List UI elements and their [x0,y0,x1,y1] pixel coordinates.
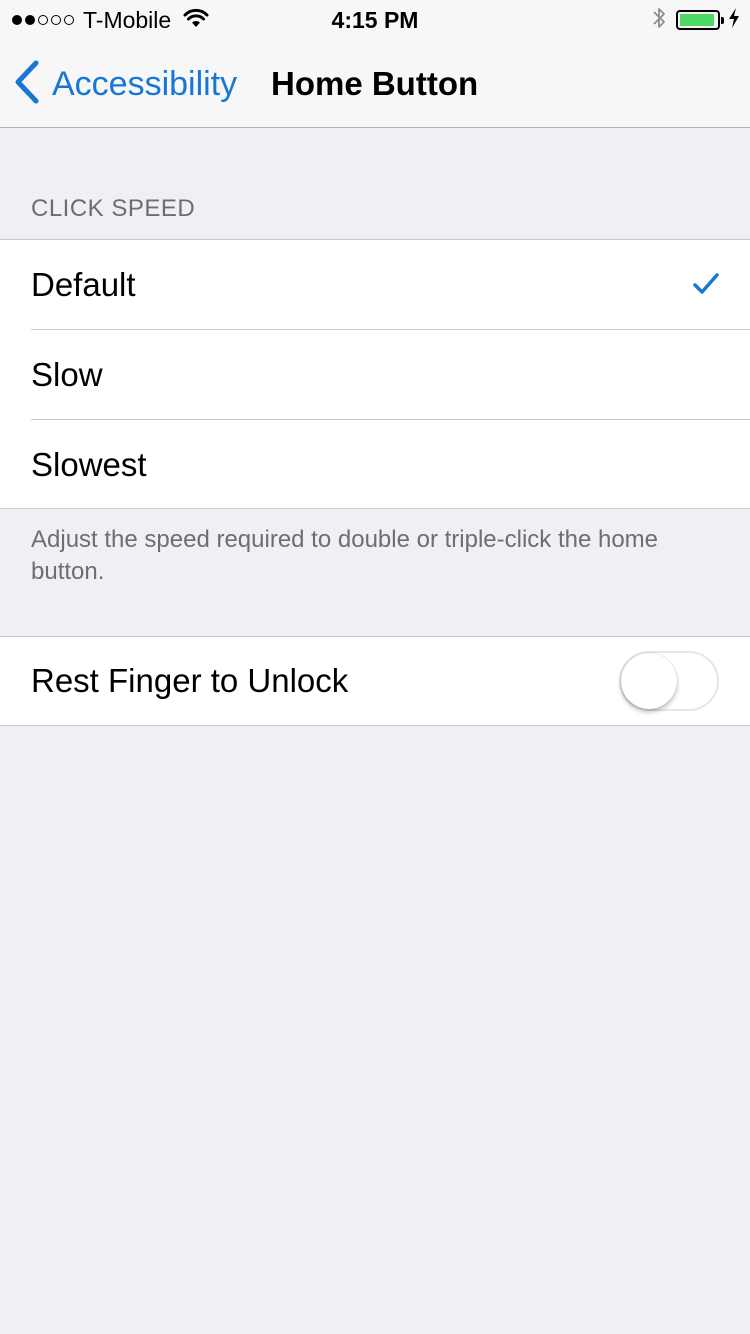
option-slow[interactable]: Slow [0,330,750,420]
option-default[interactable]: Default [0,240,750,330]
checkmark-icon [692,270,720,298]
status-right [652,5,740,35]
rest-finger-row: Rest Finger to Unlock [0,637,750,725]
back-button-label: Accessibility [52,64,238,103]
option-label: Default [31,266,136,303]
battery-icon [676,10,724,30]
toggle-knob [621,653,677,709]
rest-finger-label: Rest Finger to Unlock [31,662,349,699]
rest-finger-group: Rest Finger to Unlock [0,636,750,726]
rest-finger-toggle[interactable] [619,651,719,711]
option-label: Slowest [31,446,147,483]
back-button[interactable]: Accessibility [14,60,238,109]
navigation-bar: Accessibility Home Button [0,40,750,128]
battery-cap [721,17,724,24]
section-header-click-speed: CLICK SPEED [31,195,196,222]
chevron-left-icon [14,60,40,109]
page-title: Home Button [271,65,479,102]
click-speed-group: Default Slow Slowest [0,239,750,509]
charging-bolt-icon [728,7,740,33]
status-bar: T-Mobile 4:15 PM [0,0,750,40]
click-speed-description: Adjust the speed required to double or t… [31,526,659,585]
bluetooth-icon [652,5,666,36]
battery-level-fill [680,14,715,26]
option-slowest[interactable]: Slowest [0,420,750,508]
option-label: Slow [31,356,103,393]
status-time: 4:15 PM [331,7,419,33]
battery-group [676,7,740,33]
